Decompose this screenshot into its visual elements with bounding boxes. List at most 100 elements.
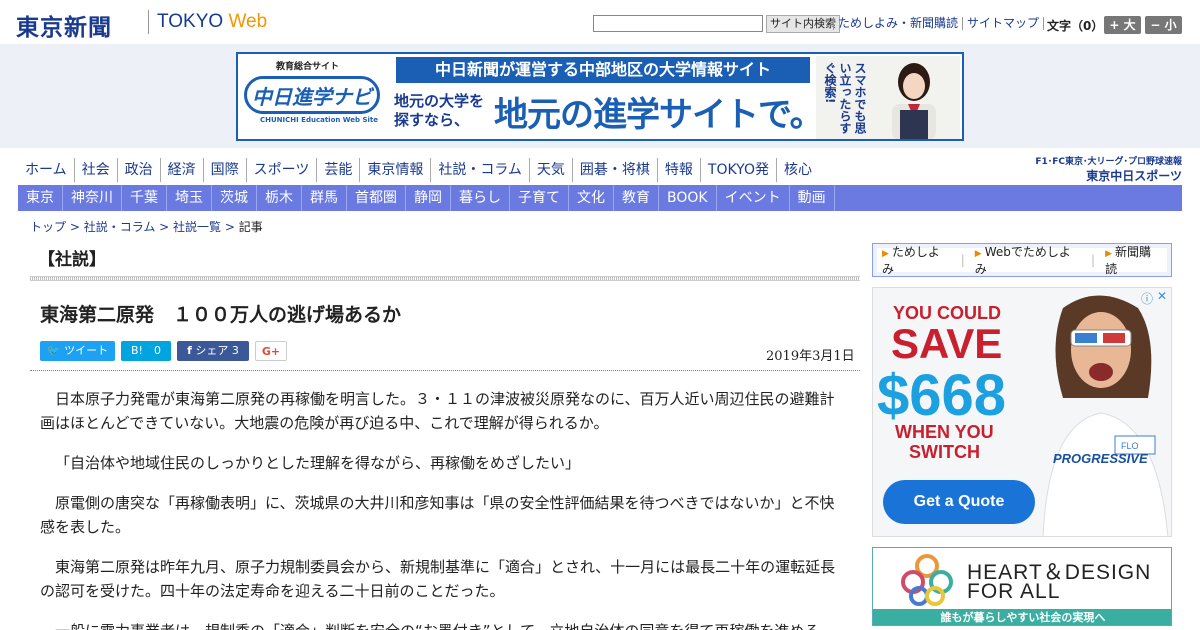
banner-small-label: 教育総合サイト bbox=[276, 62, 340, 72]
header-links: ためしよみ・新聞購読 サイトマップ bbox=[833, 17, 1045, 30]
subnav-culture[interactable]: 文化 bbox=[569, 185, 614, 211]
subnav-saitama[interactable]: 埼玉 bbox=[167, 185, 212, 211]
breadcrumb-editorial-list[interactable]: 社説一覧 bbox=[173, 220, 221, 234]
nav-special-report[interactable]: 特報 bbox=[656, 158, 700, 182]
article-paragraph: 原電側の唐突な「再稼働表明」に、茨城県の大井川和彦知事は「県の安全性評価結果を待… bbox=[40, 494, 835, 536]
progressive-ad[interactable]: FLO PROGRESSIVE YOU COULD SAVE $668 WHEN… bbox=[872, 287, 1172, 537]
article-paragraph: 東海第二原発は昨年九月、原子力規制委員会から、新規制基準に「適合」とされ、十一月… bbox=[40, 558, 836, 600]
section-title: 【社説】 bbox=[38, 250, 106, 270]
font-size-label: 文字（0） bbox=[1047, 19, 1104, 33]
font-size-increase-button[interactable]: + 大 bbox=[1104, 16, 1141, 34]
sidebar-link-web-trial[interactable]: ▶ Webでためしよみ bbox=[970, 243, 1086, 277]
ad-line-4: WHEN YOU SWITCH bbox=[895, 422, 994, 462]
ad2-line-2: FOR ALL bbox=[967, 580, 1061, 603]
article-header-divider bbox=[30, 370, 860, 371]
breadcrumb-editorial-column[interactable]: 社説・コラム bbox=[84, 220, 156, 234]
breadcrumb-current: 記事 bbox=[238, 220, 263, 234]
subnav-video[interactable]: 動画 bbox=[790, 185, 835, 211]
arrow-right-icon: ▶ bbox=[882, 249, 889, 259]
nav-go-shogi[interactable]: 囲碁・将棋 bbox=[571, 158, 657, 182]
subnav-tokyo[interactable]: 東京 bbox=[18, 185, 63, 211]
subnav-events[interactable]: イベント bbox=[717, 185, 790, 211]
arrow-right-icon: ▶ bbox=[974, 249, 982, 259]
article-body: 日本原子力発電が東海第二原発の再稼働を明言した。３・１１の津波被災原発なのに、百… bbox=[40, 387, 844, 630]
ad-brand-name: PROGRESSIVE bbox=[1053, 451, 1148, 466]
article-paragraph: 一般に電力事業者は、規制委の「適合」判断を安全の“お墨付き”として、立地自治体の… bbox=[40, 619, 844, 630]
site-search-input[interactable] bbox=[593, 15, 763, 32]
subnav-kanagawa[interactable]: 神奈川 bbox=[63, 185, 122, 211]
subnav-gunma[interactable]: 群馬 bbox=[302, 185, 347, 211]
banner-logo-subtext: CHUNICHI Education Web Site bbox=[260, 116, 379, 124]
subnav-parenting[interactable]: 子育て bbox=[510, 185, 569, 211]
subnav-metropolitan[interactable]: 首都圏 bbox=[347, 185, 406, 211]
subscription-links-box: ▶ ためしよみ | ▶ Webでためしよみ | ▶ 新聞購読 bbox=[872, 243, 1172, 277]
banner-side-panel: スマホでも思い立ったらすぐ検索! bbox=[816, 56, 960, 139]
link-divider: | bbox=[1091, 253, 1096, 267]
header-link-sitemap[interactable]: サイトマップ bbox=[962, 17, 1043, 30]
main-navigation: ホーム 社会 政治 経済 国際 スポーツ 芸能 東京情報 社説・コラム 天気 囲… bbox=[18, 158, 819, 184]
nav-politics[interactable]: 政治 bbox=[116, 158, 160, 182]
get-a-quote-button[interactable]: Get a Quote bbox=[883, 480, 1035, 524]
nav-tokyo-hatsu[interactable]: TOKYO発 bbox=[699, 158, 776, 182]
ad-info-icon[interactable]: ⓘ bbox=[1141, 290, 1153, 307]
ad-close-icon[interactable]: ✕ bbox=[1157, 289, 1167, 303]
tweet-button[interactable]: 🐦 ツイート bbox=[40, 341, 115, 361]
nav-sports[interactable]: スポーツ bbox=[245, 158, 317, 182]
nav-society[interactable]: 社会 bbox=[73, 158, 117, 182]
section-divider bbox=[30, 276, 860, 281]
nav-weather[interactable]: 天気 bbox=[528, 158, 572, 182]
facebook-share-button[interactable]: f シェア 3 bbox=[177, 341, 249, 361]
breadcrumb-top[interactable]: トップ bbox=[30, 220, 66, 234]
tokyo-chunichi-sports-link[interactable]: F1･FC東京･大リーグ･プロ野球速報 東京中日スポーツ bbox=[1026, 154, 1182, 184]
hatena-bookmark-button[interactable]: B! 0 bbox=[121, 341, 171, 361]
facebook-f-icon: f bbox=[187, 344, 192, 357]
banner-logo-text: 中日進学ナビ bbox=[252, 85, 372, 109]
article-headline: 東海第二原発 １００万人の逃げ場あるか bbox=[40, 304, 402, 326]
site-search-button[interactable]: サイト内検索 bbox=[766, 15, 840, 33]
site-logo[interactable]: 東京新聞 bbox=[16, 8, 112, 42]
ad-person-image: FLO PROGRESSIVE bbox=[1042, 295, 1169, 536]
tokyo-web-logo[interactable]: TOKYO Web bbox=[157, 11, 267, 33]
subnav-education[interactable]: 教育 bbox=[614, 185, 659, 211]
subnav-shizuoka[interactable]: 静岡 bbox=[406, 185, 451, 211]
flower-logo-icon bbox=[901, 554, 953, 606]
header-link-trial-subscribe[interactable]: ためしよみ・新聞購読 bbox=[833, 17, 962, 30]
regional-navigation: 東京 神奈川 千葉 埼玉 茨城 栃木 群馬 首都圏 静岡 暮らし 子育て 文化 … bbox=[18, 185, 1182, 211]
site-header: 東京新聞 TOKYO Web サイト内検索 ためしよみ・新聞購読 サイトマップ … bbox=[0, 0, 1200, 44]
banner-area: 教育総合サイト 中日進学ナビ CHUNICHI Education Web Si… bbox=[0, 44, 1200, 148]
banner-vertical-text: スマホでも思い立ったらすぐ検索! bbox=[823, 62, 867, 134]
ad-price: $668 bbox=[877, 363, 1007, 428]
heart-design-for-all-banner[interactable]: HEART＆DESIGN FOR ALL 誰もが暮らしやすい社会の実現へ bbox=[872, 547, 1172, 626]
banner-left-text: 地元の大学を探すなら、 bbox=[394, 92, 485, 129]
nav-international[interactable]: 国際 bbox=[202, 158, 246, 182]
banner-girl-image bbox=[892, 63, 936, 139]
chunichi-sports-logo: 東京中日スポーツ bbox=[1086, 169, 1182, 183]
logo-divider bbox=[148, 10, 149, 34]
article-date: 2019年3月1日 bbox=[766, 349, 855, 364]
nav-home[interactable]: ホーム bbox=[18, 158, 74, 182]
nav-core[interactable]: 核心 bbox=[775, 158, 819, 182]
sidebar-link-subscribe[interactable]: ▶ 新聞購読 bbox=[1100, 243, 1167, 277]
header-link-divider bbox=[1043, 17, 1045, 30]
nav-economy[interactable]: 経済 bbox=[159, 158, 203, 182]
sidebar-link-trial[interactable]: ▶ ためしよみ bbox=[877, 243, 956, 277]
subnav-ibaraki[interactable]: 茨城 bbox=[212, 185, 257, 211]
banner-top-text: 中日新聞が運営する中部地区の大学情報サイト bbox=[396, 57, 810, 83]
chunichi-sports-tagline: F1･FC東京･大リーグ･プロ野球速報 bbox=[1035, 157, 1182, 167]
font-size-decrease-button[interactable]: − 小 bbox=[1145, 16, 1182, 34]
subnav-living[interactable]: 暮らし bbox=[451, 185, 510, 211]
article-paragraph: 「自治体や地域住民のしっかりとした理解を得ながら、再稼働をめざしたい」 bbox=[55, 454, 581, 472]
nav-tokyo-info[interactable]: 東京情報 bbox=[359, 158, 430, 182]
subnav-chiba[interactable]: 千葉 bbox=[122, 185, 167, 211]
chunichi-navi-banner-ad[interactable]: 教育総合サイト 中日進学ナビ CHUNICHI Education Web Si… bbox=[236, 52, 964, 141]
nav-editorial-column[interactable]: 社説・コラム bbox=[430, 158, 529, 182]
google-plus-button[interactable]: G+ bbox=[255, 341, 287, 361]
nav-entertainment[interactable]: 芸能 bbox=[316, 158, 359, 182]
article-paragraph: 日本原子力発電が東海第二原発の再稼働を明言した。３・１１の津波被災原発なのに、百… bbox=[40, 390, 835, 432]
subnav-book[interactable]: BOOK bbox=[659, 185, 717, 211]
arrow-right-icon: ▶ bbox=[1105, 249, 1112, 259]
link-divider: | bbox=[960, 253, 965, 267]
banner-main-text: 地元の進学サイトで。 bbox=[494, 95, 824, 135]
subnav-tochigi[interactable]: 栃木 bbox=[257, 185, 302, 211]
ad-line-2: SAVE bbox=[891, 320, 1003, 367]
